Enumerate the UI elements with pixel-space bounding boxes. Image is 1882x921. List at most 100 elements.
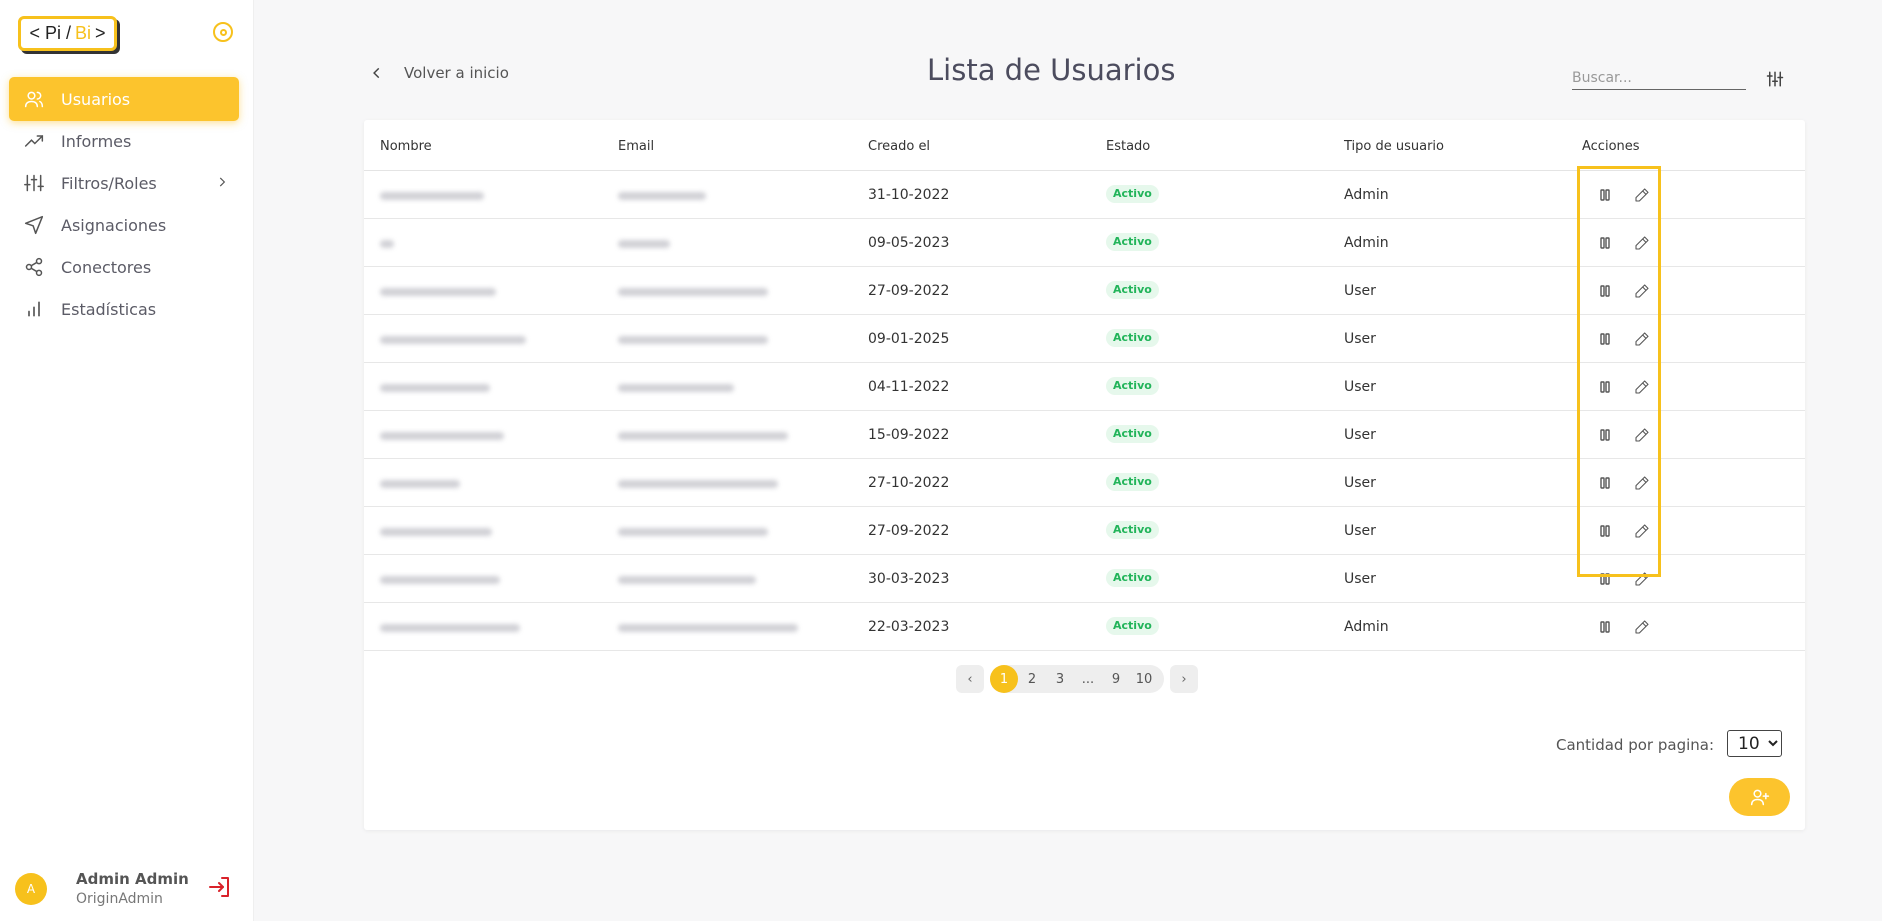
column-header-creado[interactable]: Creado el <box>868 139 930 154</box>
sidebar-item-usuarios[interactable]: Usuarios <box>9 77 239 121</box>
pagination: ‹ 1 2 3 ... 9 10 › <box>956 665 1198 693</box>
pause-user-icon[interactable] <box>1596 618 1614 636</box>
redacted-name <box>380 288 496 296</box>
share-icon <box>23 256 45 278</box>
sidebar-toggle-icon[interactable] <box>213 22 233 42</box>
edit-user-icon[interactable] <box>1633 378 1651 396</box>
pause-user-icon[interactable] <box>1596 426 1614 444</box>
sidebar-item-estadisticas[interactable]: Estadísticas <box>9 287 239 331</box>
created-date: 09-05-2023 <box>868 235 950 251</box>
user-type: User <box>1344 379 1376 395</box>
redacted-email <box>618 432 788 440</box>
redacted-email <box>618 240 670 248</box>
edit-user-icon[interactable] <box>1633 282 1651 300</box>
edit-user-icon[interactable] <box>1633 474 1651 492</box>
search-input[interactable] <box>1572 66 1746 90</box>
sidebar-item-informes[interactable]: Informes <box>9 119 239 163</box>
page-button[interactable]: 10 <box>1130 665 1158 693</box>
pause-user-icon[interactable] <box>1596 330 1614 348</box>
sidebar-item-asignaciones[interactable]: Asignaciones <box>9 203 239 247</box>
redacted-name <box>380 576 500 584</box>
chevron-right-icon <box>215 174 229 193</box>
user-profile: A Admin Admin OriginAdmin <box>15 870 240 914</box>
logo-text-left: < Pi / <box>29 23 71 43</box>
edit-user-icon[interactable] <box>1633 618 1651 636</box>
filter-settings-icon[interactable] <box>1766 70 1784 92</box>
created-date: 30-03-2023 <box>868 571 950 587</box>
table-row: 30-03-2023 Activo User <box>364 555 1805 603</box>
created-date: 31-10-2022 <box>868 187 950 203</box>
page-button[interactable]: 9 <box>1102 665 1130 693</box>
page-button[interactable]: 3 <box>1046 665 1074 693</box>
pause-user-icon[interactable] <box>1596 234 1614 252</box>
edit-user-icon[interactable] <box>1633 426 1651 444</box>
pause-user-icon[interactable] <box>1596 522 1614 540</box>
table-row: 04-11-2022 Activo User <box>364 363 1805 411</box>
edit-user-icon[interactable] <box>1633 522 1651 540</box>
sidebar-item-label: Informes <box>61 131 132 151</box>
sidebar-item-label: Conectores <box>61 257 152 277</box>
chevron-left-icon <box>373 67 380 79</box>
user-type: Admin <box>1344 235 1389 251</box>
page-button[interactable]: 1 <box>990 665 1018 693</box>
sidebar-item-label: Asignaciones <box>61 215 167 235</box>
status-badge: Activo <box>1106 569 1159 587</box>
redacted-email <box>618 336 768 344</box>
back-to-home-link[interactable]: Volver a inicio <box>370 64 509 82</box>
redacted-email <box>618 528 768 536</box>
edit-user-icon[interactable] <box>1633 186 1651 204</box>
page-button[interactable]: 2 <box>1018 665 1046 693</box>
redacted-name <box>380 192 484 200</box>
edit-user-icon[interactable] <box>1633 330 1651 348</box>
logout-icon[interactable] <box>208 875 232 899</box>
users-table-card: Nombre Email Creado el Estado Tipo de us… <box>364 120 1805 830</box>
pause-user-icon[interactable] <box>1596 282 1614 300</box>
created-date: 27-10-2022 <box>868 475 950 491</box>
status-badge: Activo <box>1106 521 1159 539</box>
pagination-prev-button[interactable]: ‹ <box>956 665 984 693</box>
column-header-email[interactable]: Email <box>618 139 654 154</box>
back-label: Volver a inicio <box>404 64 509 82</box>
created-date: 09-01-2025 <box>868 331 950 347</box>
column-header-tipo[interactable]: Tipo de usuario <box>1344 139 1444 154</box>
logo-text-right: > <box>95 23 106 43</box>
redacted-email <box>618 288 768 296</box>
users-icon <box>23 88 45 110</box>
created-date: 27-09-2022 <box>868 523 950 539</box>
sidebar-item-conectores[interactable]: Conectores <box>9 245 239 289</box>
redacted-email <box>618 384 734 392</box>
table-row: 27-09-2022 Activo User <box>364 507 1805 555</box>
pagination-next-button[interactable]: › <box>1170 665 1198 693</box>
user-type: User <box>1344 523 1376 539</box>
created-date: 15-09-2022 <box>868 427 950 443</box>
pause-user-icon[interactable] <box>1596 570 1614 588</box>
status-badge: Activo <box>1106 617 1159 635</box>
per-page-select[interactable]: 10 <box>1727 730 1782 757</box>
send-icon <box>23 214 45 236</box>
sidebar-item-label: Filtros/Roles <box>61 173 157 193</box>
table-row: 27-10-2022 Activo User <box>364 459 1805 507</box>
bar-chart-icon <box>23 298 45 320</box>
column-header-nombre[interactable]: Nombre <box>380 139 432 154</box>
page-title: Lista de Usuarios <box>927 53 1176 87</box>
avatar[interactable]: A <box>15 873 47 905</box>
pause-user-icon[interactable] <box>1596 378 1614 396</box>
pibi-logo[interactable]: < Pi / Bi > <box>18 16 117 51</box>
created-date: 04-11-2022 <box>868 379 950 395</box>
sliders-icon <box>23 172 45 194</box>
status-badge: Activo <box>1106 377 1159 395</box>
user-type: Admin <box>1344 619 1389 635</box>
sidebar-item-filtros-roles[interactable]: Filtros/Roles <box>9 161 239 205</box>
status-badge: Activo <box>1106 281 1159 299</box>
status-badge: Activo <box>1106 425 1159 443</box>
table-row: 09-01-2025 Activo User <box>364 315 1805 363</box>
edit-user-icon[interactable] <box>1633 234 1651 252</box>
page-ellipsis: ... <box>1081 671 1095 687</box>
sidebar-item-label: Estadísticas <box>61 299 157 319</box>
add-user-icon <box>1750 789 1769 806</box>
pause-user-icon[interactable] <box>1596 474 1614 492</box>
column-header-estado[interactable]: Estado <box>1106 139 1150 154</box>
pause-user-icon[interactable] <box>1596 186 1614 204</box>
edit-user-icon[interactable] <box>1633 570 1651 588</box>
add-user-button[interactable] <box>1729 778 1790 816</box>
